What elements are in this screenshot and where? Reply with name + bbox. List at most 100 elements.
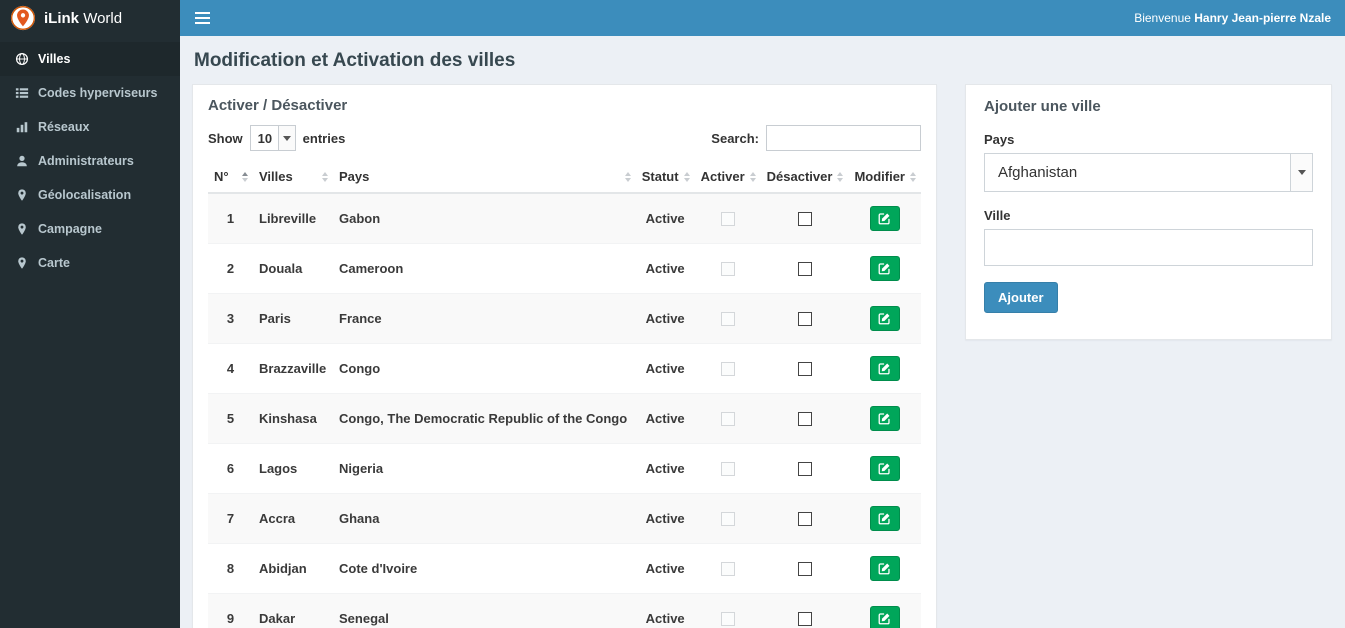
search-control: Search: xyxy=(711,125,921,151)
edit-button[interactable] xyxy=(869,556,900,581)
cities-table: N° Villes Pays Statut Activer Désactiver… xyxy=(208,161,921,628)
edit-button[interactable] xyxy=(869,256,900,281)
desactiver-checkbox[interactable] xyxy=(797,512,812,527)
cell-pays: France xyxy=(333,293,636,344)
table-controls: Show 10 entries Search: xyxy=(208,125,921,151)
desactiver-checkbox[interactable] xyxy=(797,212,812,227)
table-row: 9 Dakar Senegal Active xyxy=(208,593,921,628)
cell-activer xyxy=(694,543,761,594)
edit-icon xyxy=(878,613,890,625)
col-header-modifier[interactable]: Modifier xyxy=(848,161,921,194)
edit-icon xyxy=(878,213,890,225)
cell-num: 1 xyxy=(208,192,253,244)
page-length-select-wrapper: 10 xyxy=(249,125,296,151)
ville-label: Ville xyxy=(984,208,1011,223)
search-input[interactable] xyxy=(766,125,921,151)
col-header-activer[interactable]: Activer xyxy=(694,161,761,194)
desactiver-checkbox[interactable] xyxy=(797,362,812,377)
cell-num: 5 xyxy=(208,393,253,444)
cell-ville: Dakar xyxy=(253,593,333,628)
sort-icon xyxy=(624,171,631,182)
table-row: 7 Accra Ghana Active xyxy=(208,493,921,544)
edit-button[interactable] xyxy=(869,606,900,628)
desactiver-checkbox[interactable] xyxy=(797,312,812,327)
col-header-num[interactable]: N° xyxy=(208,161,253,194)
sidebar-item-reseaux[interactable]: Réseaux xyxy=(0,110,180,144)
table-panel-title: Activer / Désactiver xyxy=(208,97,348,114)
sidebar-item-campagne[interactable]: Campagne xyxy=(0,212,180,246)
cell-modifier xyxy=(848,493,921,544)
edit-button[interactable] xyxy=(869,306,900,331)
sort-icon xyxy=(749,171,756,182)
cell-pays: Cameroon xyxy=(333,243,636,294)
map-pin-icon xyxy=(18,189,26,201)
cell-modifier xyxy=(848,293,921,344)
edit-button[interactable] xyxy=(869,506,900,531)
col-header-villes[interactable]: Villes xyxy=(253,161,333,194)
table-row: 8 Abidjan Cote d'Ivoire Active xyxy=(208,543,921,594)
brand[interactable]: iLink World xyxy=(0,0,180,36)
cell-statut: Active xyxy=(635,293,695,344)
desactiver-checkbox[interactable] xyxy=(797,612,812,627)
ajouter-button[interactable]: Ajouter xyxy=(984,282,1058,313)
desactiver-checkbox[interactable] xyxy=(797,262,812,277)
cell-desactiver xyxy=(760,243,849,294)
cell-ville: Abidjan xyxy=(253,543,333,594)
navbar: Bienvenue Hanry Jean-pierre Nzale xyxy=(180,0,1345,36)
edit-button[interactable] xyxy=(869,406,900,431)
edit-icon xyxy=(878,513,890,525)
col-header-pays[interactable]: Pays xyxy=(333,161,636,194)
cell-ville: Accra xyxy=(253,493,333,544)
col-header-desactiver[interactable]: Désactiver xyxy=(760,161,849,194)
map-pin-icon xyxy=(18,223,26,235)
cell-num: 3 xyxy=(208,293,253,344)
cell-statut: Active xyxy=(635,593,695,628)
sidebar-item-codes-hyperviseurs[interactable]: Codes hyperviseurs xyxy=(0,76,180,110)
cell-num: 2 xyxy=(208,243,253,294)
col-header-statut[interactable]: Statut xyxy=(635,161,695,194)
sidebar-item-villes[interactable]: Villes xyxy=(0,42,180,76)
desactiver-checkbox[interactable] xyxy=(797,412,812,427)
activer-checkbox xyxy=(720,612,735,627)
desactiver-checkbox[interactable] xyxy=(797,562,812,577)
page-title: Modification et Activation des villes xyxy=(194,50,516,71)
pays-select[interactable]: Afghanistan xyxy=(985,154,1312,191)
ville-input[interactable] xyxy=(984,229,1313,266)
content-area: Modification et Activation des villes Ac… xyxy=(180,36,1345,628)
sidebar-item-administrateurs[interactable]: Administrateurs xyxy=(0,144,180,178)
page-length-select[interactable]: 10 xyxy=(250,126,295,150)
sort-icon xyxy=(910,171,916,182)
cell-num: 7 xyxy=(208,493,253,544)
activer-checkbox xyxy=(720,212,735,227)
sidebar-item-geolocalisation[interactable]: Géolocalisation xyxy=(0,178,180,212)
cell-modifier xyxy=(848,543,921,594)
cell-pays: Cote d'Ivoire xyxy=(333,543,636,594)
activer-checkbox xyxy=(720,362,735,377)
cell-activer xyxy=(694,243,761,294)
cell-modifier xyxy=(848,593,921,628)
table-row: 5 Kinshasa Congo, The Democratic Republi… xyxy=(208,393,921,444)
hamburger-icon xyxy=(195,12,210,24)
show-label: Show xyxy=(208,130,243,146)
menu-toggle-button[interactable] xyxy=(180,0,225,36)
desactiver-checkbox[interactable] xyxy=(797,462,812,477)
cell-desactiver xyxy=(760,543,849,594)
edit-button[interactable] xyxy=(869,456,900,481)
map-pin-icon xyxy=(18,257,26,269)
cell-modifier xyxy=(848,443,921,494)
activer-checkbox xyxy=(720,262,735,277)
add-panel-title: Ajouter une ville xyxy=(984,98,1101,115)
cell-pays: Ghana xyxy=(333,493,636,544)
sidebar-item-carte[interactable]: Carte xyxy=(0,246,180,280)
entries-label: entries xyxy=(302,130,346,146)
edit-button[interactable] xyxy=(869,206,900,231)
cell-desactiver xyxy=(760,293,849,344)
topbar: iLink World Bienvenue Hanry Jean-pierre … xyxy=(0,0,1345,36)
table-body: 1 Libreville Gabon Active 2 Douala Camer… xyxy=(208,192,921,628)
page-length-control: Show 10 entries xyxy=(208,125,345,151)
cell-activer xyxy=(694,493,761,544)
cell-statut: Active xyxy=(635,543,695,594)
cell-pays: Senegal xyxy=(333,593,636,628)
edit-button[interactable] xyxy=(869,356,900,381)
cell-statut: Active xyxy=(635,343,695,394)
